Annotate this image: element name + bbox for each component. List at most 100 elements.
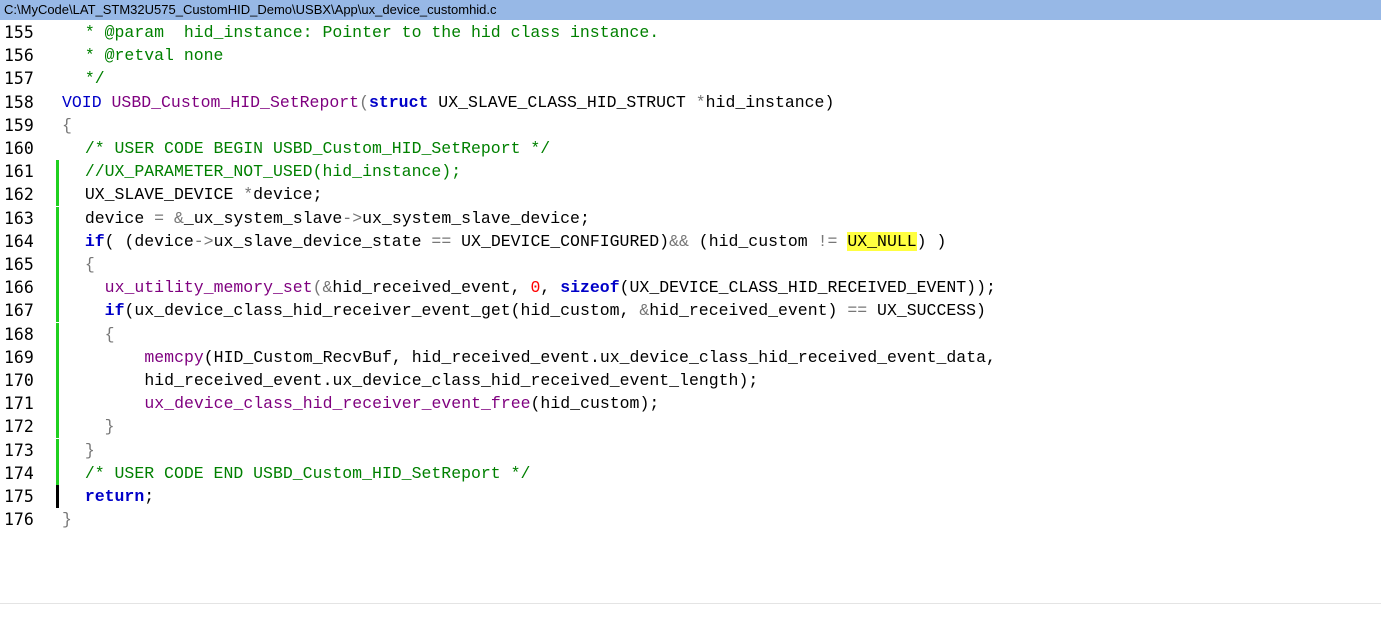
- code-token: device: [84, 208, 155, 228]
- code-text[interactable]: return;: [85, 485, 154, 508]
- code-editor[interactable]: 155 * @param hid_instance: Pointer to the…: [0, 20, 1381, 635]
- code-line[interactable]: 172}: [0, 415, 1381, 439]
- code-token: ->: [342, 208, 363, 228]
- code-line[interactable]: 175 return;: [0, 485, 1381, 508]
- line-number: 162: [4, 185, 34, 205]
- line-number: 169: [4, 347, 34, 367]
- code-line[interactable]: 173}: [0, 438, 1381, 462]
- change-marker: [56, 369, 59, 392]
- horizontal-scroll-edge[interactable]: [0, 603, 1381, 604]
- change-marker: [56, 299, 59, 323]
- code-token: ux_device_class_hid_receiver_event_free: [144, 394, 531, 414]
- code-text[interactable]: /* USER CODE BEGIN USBD_Custom_HID_SetRe…: [85, 137, 550, 160]
- code-line[interactable]: 161 //UX_PARAMETER_NOT_USED(hid_instance)…: [0, 160, 1381, 184]
- code-token: {: [62, 115, 72, 135]
- code-token: UX_SLAVE_DEVICE: [84, 185, 244, 205]
- code-line[interactable]: 157 */: [0, 67, 1381, 90]
- code-line[interactable]: 169 memcpy(HID_Custom_RecvBuf, hid_receiv…: [0, 345, 1381, 369]
- line-number: 168: [4, 324, 34, 344]
- code-text[interactable]: }: [85, 439, 95, 462]
- code-text[interactable]: }: [105, 415, 115, 438]
- line-number: 170: [4, 371, 34, 390]
- code-text[interactable]: ux_utility_memory_set(&hid_received_even…: [105, 276, 996, 299]
- line-number: 166: [4, 278, 34, 298]
- code-token: UX_SUCCESS): [867, 301, 986, 321]
- code-token: ==: [847, 301, 868, 321]
- code-line[interactable]: 159 {: [0, 114, 1381, 137]
- line-number: 176: [4, 510, 34, 530]
- code-token: 0: [530, 278, 541, 298]
- code-token: &: [322, 278, 333, 298]
- code-token: (HID_Custom_RecvBuf, hid_received_event.…: [203, 347, 996, 367]
- code-line[interactable]: 176}: [0, 508, 1381, 531]
- code-line[interactable]: 155 * @param hid_instance: Pointer to the…: [0, 21, 1381, 44]
- code-token: ux_utility_memory_set: [104, 278, 313, 298]
- code-line[interactable]: 168 {: [0, 322, 1381, 346]
- code-text[interactable]: * @param hid_instance: Pointer to the hi…: [85, 21, 659, 44]
- change-marker: [56, 322, 59, 346]
- code-line[interactable]: 165 {: [0, 253, 1381, 276]
- code-token: hid_received_event): [649, 301, 848, 321]
- change-marker: [56, 392, 59, 416]
- line-number: 167: [4, 301, 34, 321]
- code-token: sizeof: [560, 278, 620, 298]
- code-line[interactable]: 160 /* USER CODE BEGIN USBD_Custom_HID_Se…: [0, 137, 1381, 160]
- code-text[interactable]: ux_device_class_hid_receiver_event_free(…: [144, 392, 659, 415]
- code-line[interactable]: 170 hid_received_event.ux_device_class_hi…: [0, 369, 1381, 392]
- code-token: &: [639, 301, 650, 321]
- code-token: {: [84, 255, 95, 274]
- code-text[interactable]: if( (device->ux_slave_device_state == UX…: [84, 230, 946, 253]
- code-token: hid_received_event.ux_device_class_hid_r…: [144, 371, 759, 390]
- code-token: hid_received_event,: [332, 278, 531, 298]
- code-line[interactable]: 158 VOID USBD_Custom_HID_SetReport(struct…: [0, 91, 1381, 114]
- code-token: (ux_device_class_hid_receiver_event_get(…: [124, 301, 640, 321]
- change-marker: [56, 253, 59, 276]
- code-token: /* USER CODE END USBD_Custom_HID_SetRepo…: [84, 463, 531, 483]
- code-text[interactable]: }: [62, 508, 72, 531]
- code-line[interactable]: 162 UX_SLAVE_DEVICE *device;: [0, 183, 1381, 207]
- code-token: UX_SLAVE_CLASS_HID_STRUCT: [428, 92, 696, 112]
- code-token: return: [84, 487, 145, 506]
- code-text[interactable]: * @retval none: [85, 44, 224, 67]
- change-marker: [56, 276, 59, 300]
- code-token: struct: [368, 92, 429, 112]
- code-text[interactable]: {: [85, 253, 95, 276]
- code-token: =: [154, 208, 165, 228]
- code-line[interactable]: 171 ux_device_class_hid_receiver_event_fr…: [0, 392, 1381, 416]
- code-line[interactable]: 163 device = &_ux_system_slave->ux_system…: [0, 206, 1381, 230]
- code-line[interactable]: 166 ux_utility_memory_set(&hid_received_e…: [0, 276, 1381, 300]
- code-token: !=: [817, 231, 838, 251]
- code-line[interactable]: 164 if( (device->ux_slave_device_state ==…: [0, 229, 1381, 253]
- code-token: (UX_DEVICE_CLASS_HID_RECEIVED_EVENT));: [619, 278, 996, 298]
- code-token: ,: [540, 278, 561, 298]
- code-text[interactable]: hid_received_event.ux_device_class_hid_r…: [144, 369, 758, 392]
- code-text[interactable]: {: [105, 323, 115, 346]
- line-number: 160: [4, 139, 34, 158]
- cursor-marker: [56, 485, 59, 508]
- code-line[interactable]: 156 * @retval none: [0, 44, 1381, 67]
- code-line[interactable]: 174 /* USER CODE END USBD_Custom_HID_SetR…: [0, 461, 1381, 485]
- code-line[interactable]: 167 if(ux_device_class_hid_receiver_event…: [0, 299, 1381, 323]
- change-marker: [56, 160, 59, 184]
- code-text[interactable]: {: [62, 114, 72, 137]
- code-text[interactable]: device = &_ux_system_slave->ux_system_sl…: [85, 207, 590, 230]
- change-marker: [56, 229, 59, 253]
- code-text[interactable]: //UX_PARAMETER_NOT_USED(hid_instance);: [85, 160, 461, 183]
- change-marker: [56, 183, 59, 207]
- change-marker: [56, 461, 59, 485]
- code-token: if: [84, 231, 105, 251]
- code-token: &&: [669, 231, 689, 251]
- change-marker: [56, 415, 59, 439]
- code-text[interactable]: VOID USBD_Custom_HID_SetReport(struct UX…: [62, 91, 834, 114]
- code-text[interactable]: if(ux_device_class_hid_receiver_event_ge…: [105, 299, 986, 322]
- code-text[interactable]: */: [85, 67, 105, 90]
- code-text[interactable]: /* USER CODE END USBD_Custom_HID_SetRepo…: [85, 462, 531, 485]
- line-number: 175: [4, 487, 34, 506]
- code-token: (hid_custom);: [530, 394, 660, 414]
- code-token: (: [312, 278, 323, 298]
- line-number: 171: [4, 394, 34, 414]
- code-text[interactable]: UX_SLAVE_DEVICE *device;: [85, 183, 323, 206]
- code-token: if: [104, 301, 125, 321]
- code-text[interactable]: memcpy(HID_Custom_RecvBuf, hid_received_…: [144, 346, 996, 369]
- code-token: ( (device: [104, 231, 194, 251]
